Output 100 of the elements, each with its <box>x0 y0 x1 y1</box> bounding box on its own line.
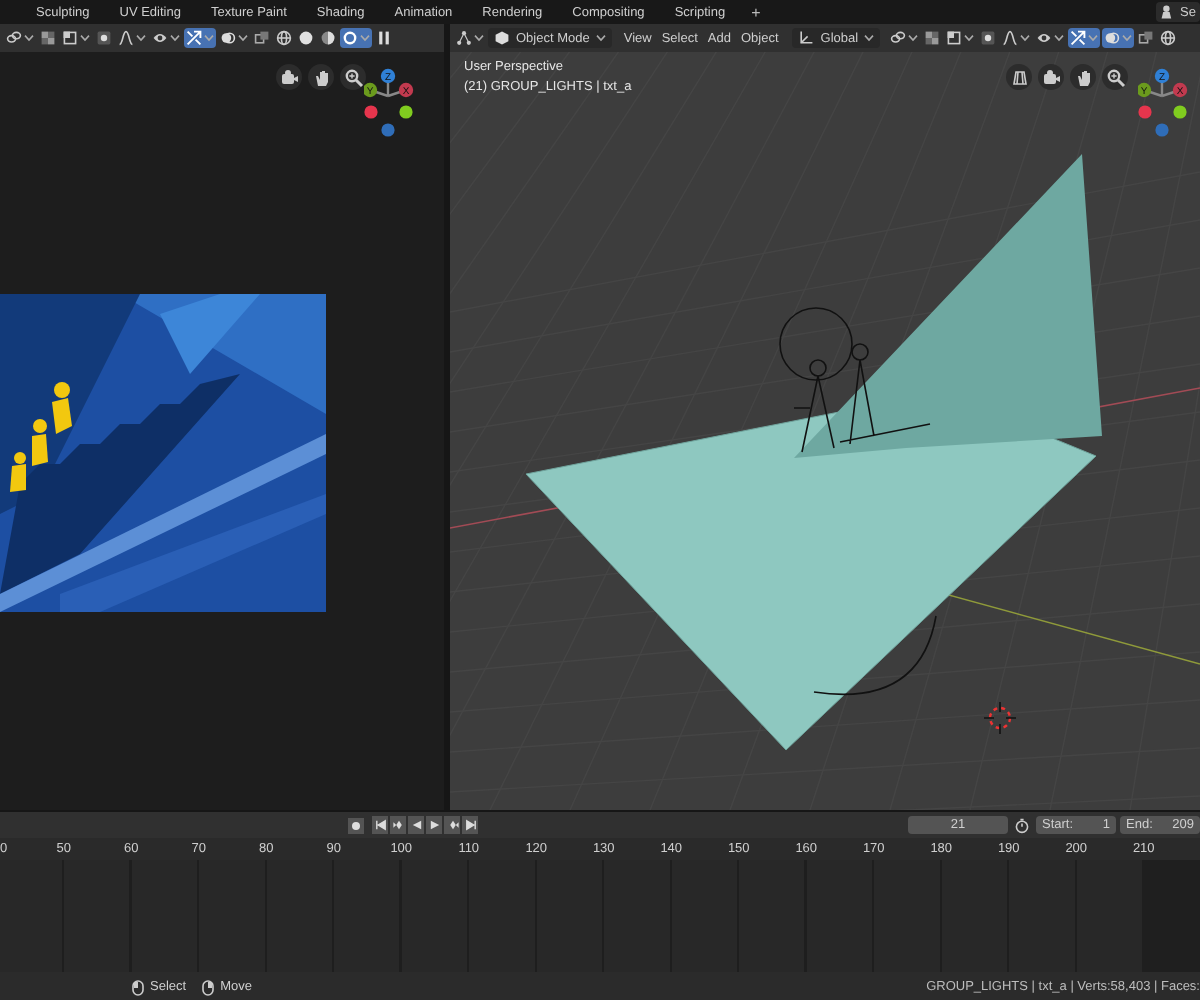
arrows-icon <box>186 30 202 46</box>
toolbar-button[interactable] <box>218 28 250 48</box>
toolbar-button[interactable] <box>150 28 182 48</box>
caret-icon <box>204 34 214 42</box>
toolbar-button[interactable] <box>252 28 272 48</box>
circles-icon <box>1104 30 1121 46</box>
toolbar-button[interactable] <box>454 28 486 48</box>
toolbar-button[interactable] <box>374 28 394 48</box>
wireframe-sphere-icon <box>276 30 292 46</box>
arc-line <box>813 615 937 696</box>
caret-icon <box>864 34 875 42</box>
caret-icon <box>24 34 34 42</box>
stopwatch-icon[interactable] <box>1014 817 1030 833</box>
caret-icon <box>964 34 975 42</box>
toolbar-button[interactable] <box>978 28 999 48</box>
zoom-icon <box>343 67 363 87</box>
caret-icon <box>908 34 919 42</box>
add-tab-button[interactable]: + <box>751 3 761 21</box>
target-icon <box>96 30 112 46</box>
camera-icon <box>279 67 299 87</box>
camera-icon <box>1041 67 1061 87</box>
view-button[interactable] <box>1102 64 1128 90</box>
curve-icon <box>118 30 134 46</box>
arrows-icon <box>1070 30 1087 46</box>
toolbar-button[interactable] <box>1000 28 1033 48</box>
circles-icon <box>220 30 236 46</box>
view-button[interactable] <box>1006 64 1032 90</box>
curve-icon <box>1002 30 1019 46</box>
record-icon[interactable] <box>348 817 364 833</box>
keyframe-next-icon <box>445 818 459 832</box>
view-button[interactable] <box>276 64 302 90</box>
hand-icon <box>1073 67 1093 87</box>
toolbar-button[interactable] <box>888 28 921 48</box>
keyframe-previous-icon <box>391 818 405 832</box>
toolbar-button[interactable] <box>94 28 114 48</box>
caret-icon <box>1054 34 1065 42</box>
perspective-icon <box>1009 67 1029 87</box>
toolbar-button[interactable] <box>296 28 316 48</box>
pause-icon <box>376 30 392 46</box>
jump-start-icon <box>373 818 387 832</box>
target-icon <box>980 30 997 46</box>
squares-icon <box>1138 30 1155 46</box>
playback-button[interactable] <box>426 816 442 834</box>
toolbar-button[interactable] <box>1102 28 1135 48</box>
link-icon <box>890 30 907 46</box>
toolbar-button[interactable] <box>944 28 977 48</box>
shaded-sphere-icon <box>320 30 336 46</box>
jump-end-icon <box>463 818 477 832</box>
nodes-icon <box>456 30 472 46</box>
playback-button[interactable] <box>444 816 460 834</box>
squares-icon <box>254 30 270 46</box>
bracket-icon <box>62 30 78 46</box>
caret-icon <box>1122 34 1133 42</box>
axes-icon <box>798 30 815 46</box>
mouse-icon <box>132 979 144 995</box>
cube-icon <box>494 30 510 46</box>
wireframe-sphere-icon <box>1160 30 1177 46</box>
view-button[interactable] <box>1038 64 1064 90</box>
toolbar-button[interactable] <box>1158 28 1179 48</box>
toolbar-button[interactable] <box>184 28 216 48</box>
playback-button[interactable] <box>462 816 478 834</box>
toolbar-button[interactable] <box>4 28 36 48</box>
rendered-sphere-icon <box>342 30 358 46</box>
link-icon <box>6 30 22 46</box>
scene-icon <box>1160 4 1177 20</box>
playback-button[interactable] <box>372 816 388 834</box>
play-reverse-icon <box>409 818 423 832</box>
hand-icon <box>311 67 331 87</box>
checker-icon <box>924 30 941 46</box>
toolbar-button[interactable] <box>116 28 148 48</box>
caret-icon <box>1020 34 1031 42</box>
toolbar-button[interactable] <box>60 28 92 48</box>
eye-icon <box>152 30 168 46</box>
caret-icon <box>80 34 90 42</box>
caret-icon <box>474 34 484 42</box>
view-button[interactable] <box>308 64 334 90</box>
caret-icon <box>238 34 248 42</box>
playback-button[interactable] <box>390 816 406 834</box>
toolbar-button[interactable] <box>274 28 294 48</box>
playback-button[interactable] <box>408 816 424 834</box>
toolbar-button[interactable] <box>318 28 338 48</box>
zoom-icon <box>1105 67 1125 87</box>
play-icon <box>427 818 441 832</box>
sphere-icon <box>298 30 314 46</box>
toolbar-button[interactable] <box>1034 28 1067 48</box>
toolbar-button[interactable] <box>340 28 372 48</box>
caret-icon <box>1088 34 1099 42</box>
mouse-icon <box>202 979 215 995</box>
caret-icon <box>595 34 606 42</box>
caret-icon <box>170 34 180 42</box>
caret-icon <box>360 34 370 42</box>
caret-icon <box>136 34 146 42</box>
checker-icon <box>40 30 56 46</box>
cursor-icon <box>983 701 1017 735</box>
eye-icon <box>1036 30 1053 46</box>
view-button[interactable] <box>1070 64 1096 90</box>
toolbar-button[interactable] <box>1136 28 1157 48</box>
toolbar-button[interactable] <box>1068 28 1101 48</box>
bracket-icon <box>946 30 963 46</box>
view-button[interactable] <box>340 64 366 90</box>
